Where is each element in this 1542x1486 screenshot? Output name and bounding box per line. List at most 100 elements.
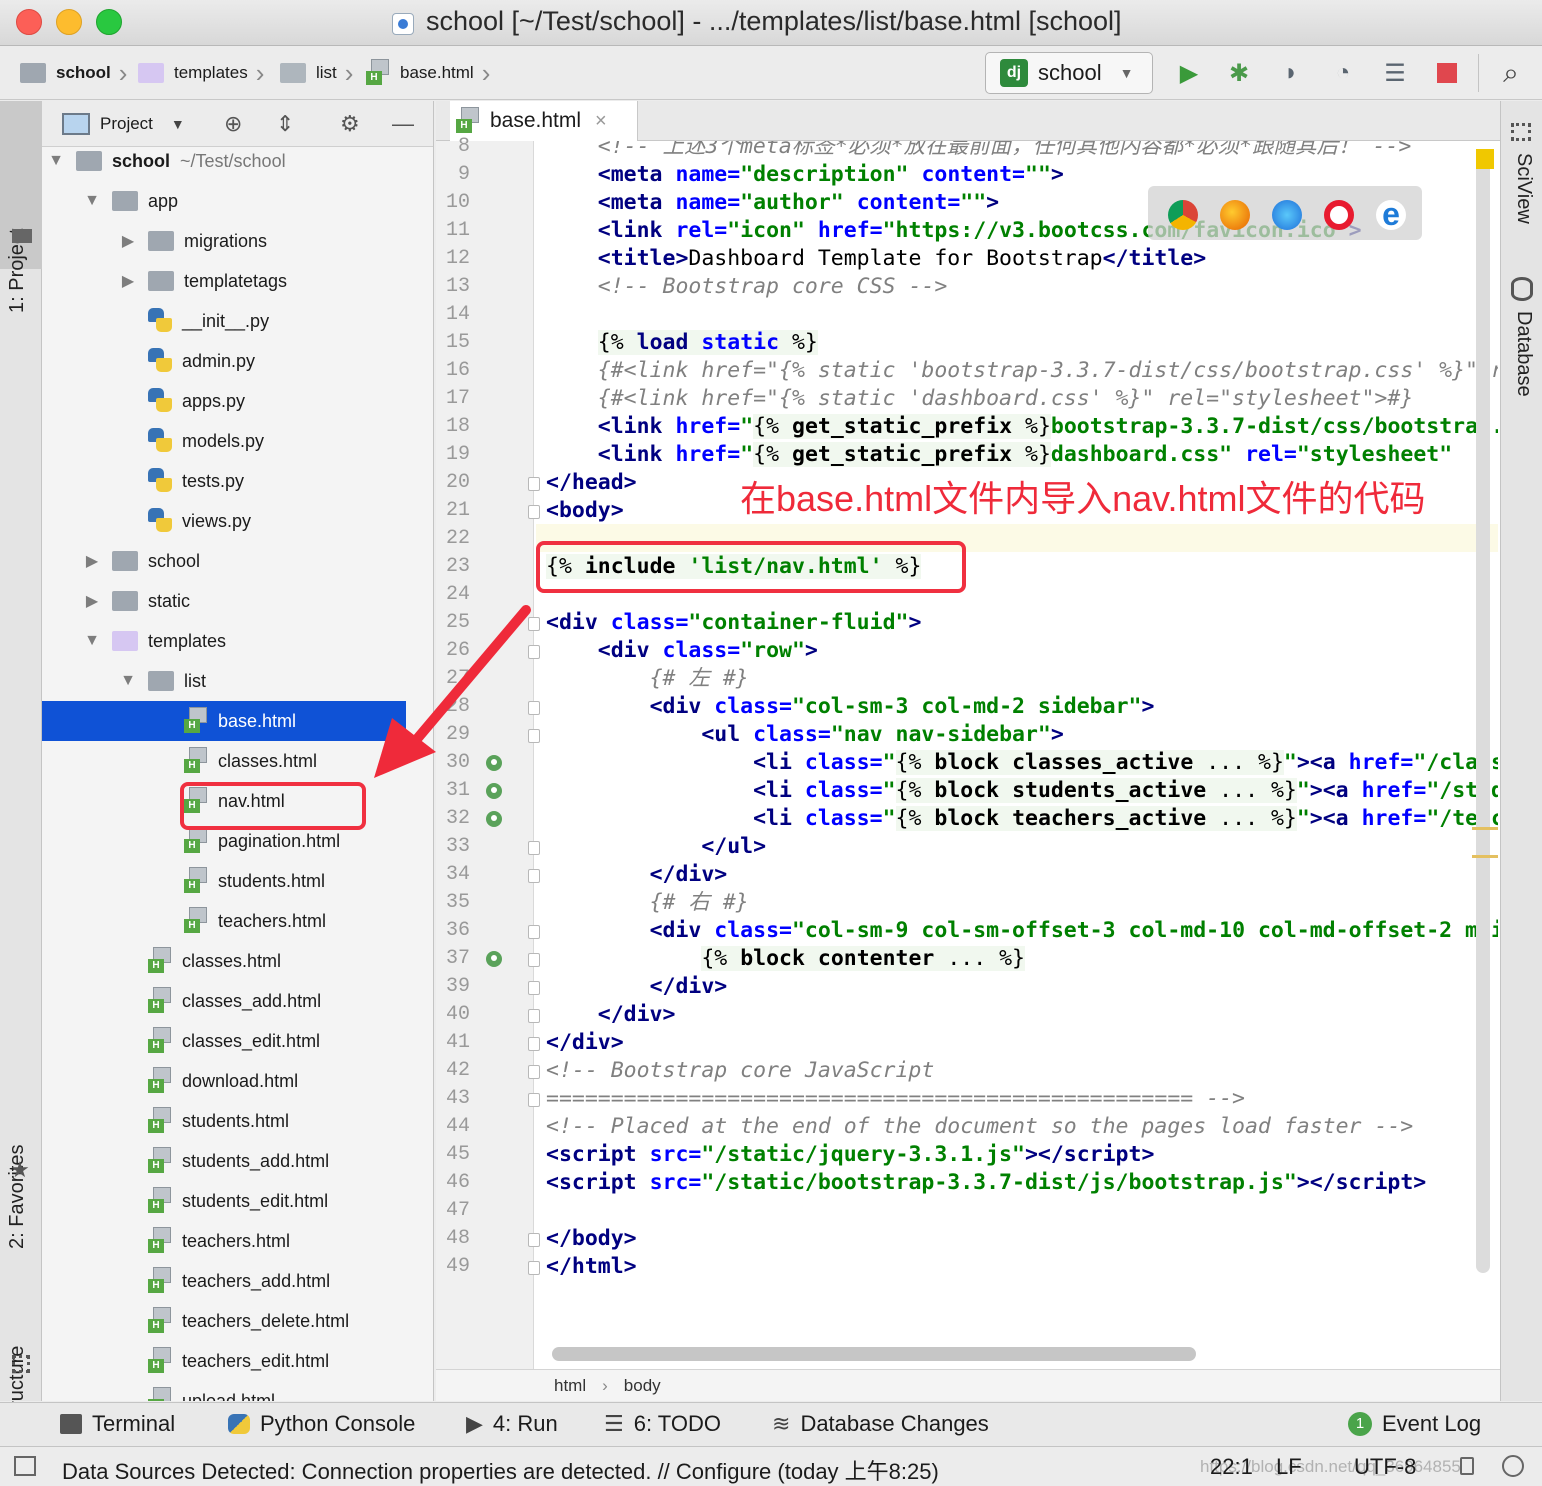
tree-item[interactable]: admin.py <box>42 341 406 381</box>
tree-item[interactable]: ▼ templates <box>42 621 406 661</box>
code-area[interactable]: <!-- 上述3个meta标签*必须*放在最前面，任何其他内容都*必须*跟随其后… <box>536 141 1498 1369</box>
code-line[interactable]: <li class="{% block students_active ... … <box>546 777 1498 805</box>
code-line[interactable]: <link href="{% get_static_prefix %}dashb… <box>546 441 1452 469</box>
tree-item[interactable]: Hclasses.html <box>42 941 406 981</box>
warning-marker[interactable] <box>1476 149 1494 169</box>
chevron-right-icon[interactable]: ▶ <box>118 271 138 291</box>
code-line[interactable]: {#<link href="{% static 'dashboard.css' … <box>546 385 1413 413</box>
tree-item[interactable]: Hteachers_add.html <box>42 1261 406 1301</box>
code-line[interactable]: <!-- Bootstrap core CSS --> <box>546 273 948 301</box>
code-line[interactable]: {% load static %} <box>546 329 818 357</box>
code-line[interactable]: <meta name="author" content=""> <box>546 189 999 217</box>
tree-item[interactable]: views.py <box>42 501 406 541</box>
maximize-window-button[interactable] <box>96 9 122 35</box>
code-line[interactable]: <div class="container-fluid"> <box>546 609 921 637</box>
profile-icon[interactable]: ◔ <box>1328 58 1358 88</box>
override-marker-icon[interactable] <box>486 811 502 827</box>
tree-item[interactable]: ▶ templatetags <box>42 261 406 301</box>
tree-item[interactable]: ▶ static <box>42 581 406 621</box>
inspector-icon[interactable] <box>1502 1455 1524 1477</box>
code-line[interactable]: <!-- 上述3个meta标签*必须*放在最前面，任何其他内容都*必须*跟随其后… <box>546 141 1412 161</box>
coverage-icon[interactable]: ◗ <box>1276 58 1306 88</box>
code-line[interactable]: <meta name="description" content=""> <box>546 161 1064 189</box>
tab-database[interactable]: Database <box>1512 311 1535 397</box>
breadcrumb-body[interactable]: body <box>624 1376 661 1396</box>
tree-item[interactable]: Hclasses.html <box>42 741 406 781</box>
debug-icon[interactable]: ✱ <box>1224 58 1254 88</box>
code-line[interactable]: <li class="{% block teachers_active ... … <box>546 805 1498 833</box>
tree-item[interactable]: Hclasses_edit.html <box>42 1021 406 1061</box>
tree-item[interactable]: Hstudents.html <box>42 1101 406 1141</box>
code-line[interactable]: </div> <box>546 973 728 1001</box>
chevron-right-icon[interactable]: ▶ <box>118 231 138 251</box>
code-line[interactable]: <body> <box>546 497 624 525</box>
code-line[interactable]: {#<link href="{% static 'bootstrap-3.3.7… <box>546 357 1498 385</box>
status-message[interactable]: Data Sources Detected: Connection proper… <box>62 1454 939 1486</box>
code-line[interactable]: <link href="{% get_static_prefix %}boots… <box>546 413 1498 441</box>
hide-icon[interactable]: — <box>392 111 414 137</box>
collapse-all-icon[interactable]: ⇕ <box>276 111 294 137</box>
code-line[interactable]: {% block contenter ... %} <box>546 945 1025 973</box>
tree-item[interactable]: apps.py <box>42 381 406 421</box>
run-icon[interactable]: ▶ <box>1174 58 1204 88</box>
tree-item[interactable]: Hteachers.html <box>42 1221 406 1261</box>
chevron-down-icon[interactable]: ▼ <box>118 672 138 690</box>
code-line[interactable]: <div class="row"> <box>546 637 818 665</box>
tree-item[interactable]: Hteachers_delete.html <box>42 1301 406 1341</box>
tab-sciview[interactable]: SciView <box>1512 153 1535 224</box>
minimize-window-button[interactable] <box>56 9 82 35</box>
gear-icon[interactable]: ⚙ <box>340 111 360 137</box>
code-line[interactable]: <script src="/static/jquery-3.3.1.js"></… <box>546 1141 1154 1169</box>
nav-crumb-templates[interactable]: templates › <box>138 58 264 88</box>
code-line[interactable]: {# 右 #} <box>546 889 749 917</box>
tree-item[interactable]: models.py <box>42 421 406 461</box>
search-icon[interactable]: ⌕ <box>1496 57 1526 88</box>
chevron-right-icon[interactable]: ▶ <box>82 591 102 611</box>
firefox-icon[interactable] <box>1220 200 1250 230</box>
tree-item[interactable]: ▶ school <box>42 541 406 581</box>
event-log-tab[interactable]: 1 Event Log <box>1348 1411 1481 1437</box>
code-line[interactable]: </body> <box>546 1225 637 1253</box>
tree-item[interactable]: Hbase.html <box>42 701 406 741</box>
file-encoding[interactable]: UTF-8 <box>1354 1454 1416 1480</box>
run-configuration-select[interactable]: dj school ▼ <box>985 52 1153 94</box>
toggle-tool-windows-icon[interactable] <box>14 1456 36 1476</box>
tree-item[interactable]: Hstudents_edit.html <box>42 1181 406 1221</box>
code-line[interactable]: ========================================… <box>546 1085 1245 1113</box>
code-line[interactable]: <ul class="nav nav-sidebar"> <box>546 721 1063 749</box>
tree-item[interactable]: Hdownload.html <box>42 1061 406 1101</box>
locate-icon[interactable]: ⊕ <box>224 111 242 137</box>
close-tab-icon[interactable]: × <box>595 110 607 133</box>
code-line[interactable]: <script src="/static/bootstrap-3.3.7-dis… <box>546 1169 1426 1197</box>
chevron-right-icon[interactable]: ▶ <box>82 551 102 571</box>
editor-vertical-scrollbar[interactable] <box>1476 149 1490 1273</box>
concurrency-icon[interactable]: ☰ <box>1380 58 1410 88</box>
tree-item[interactable]: Hupload.html <box>42 1381 406 1401</box>
database-changes-tab[interactable]: ≋ Database Changes <box>772 1411 989 1437</box>
todo-tab[interactable]: ☰ 6: TODO <box>604 1411 721 1437</box>
tree-item[interactable]: ▼ list <box>42 661 406 701</box>
editor-horizontal-scrollbar[interactable] <box>552 1347 1196 1361</box>
python-console-tab[interactable]: Python Console <box>228 1411 415 1437</box>
code-line[interactable]: <div class="col-sm-9 col-sm-offset-3 col… <box>546 917 1498 945</box>
run-tab[interactable]: ▶ 4: Run <box>466 1411 558 1437</box>
breadcrumb-html[interactable]: html <box>554 1376 586 1396</box>
code-line[interactable]: </head> <box>546 469 637 497</box>
chevron-down-icon[interactable]: ▼ <box>82 192 102 210</box>
chevron-down-icon[interactable]: ▼ <box>46 152 66 170</box>
override-marker-icon[interactable] <box>486 951 502 967</box>
nav-crumb-file[interactable]: H base.html › <box>366 58 490 88</box>
tab-base-html[interactable]: H base.html × <box>450 101 638 141</box>
opera-icon[interactable] <box>1324 200 1354 230</box>
edge-icon[interactable]: e <box>1376 198 1406 230</box>
code-line[interactable]: {# 左 #} <box>546 665 749 693</box>
code-line[interactable]: </html> <box>546 1253 637 1281</box>
code-line[interactable]: <title>Dashboard Template for Bootstrap<… <box>546 245 1206 273</box>
code-line[interactable]: </div> <box>546 861 728 889</box>
safari-icon[interactable] <box>1272 200 1302 230</box>
nav-crumb-project[interactable]: school › <box>20 58 127 88</box>
code-line[interactable]: <!-- Placed at the end of the document s… <box>546 1113 1413 1141</box>
tree-root[interactable]: ▼ school ~/Test/school <box>42 141 406 181</box>
code-line[interactable]: </div> <box>546 1001 676 1029</box>
chevron-down-icon[interactable]: ▼ <box>171 116 185 132</box>
